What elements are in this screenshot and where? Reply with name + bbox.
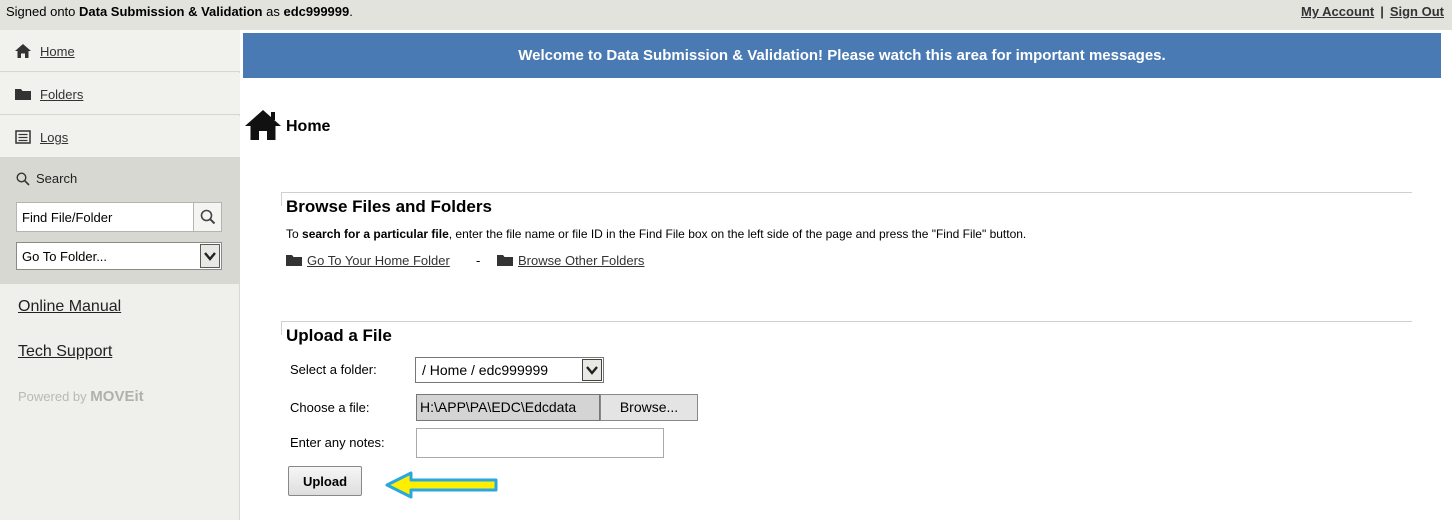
find-file-button[interactable]	[193, 203, 221, 231]
top-bar: Signed onto Data Submission & Validation…	[0, 0, 1452, 30]
notes-input[interactable]	[416, 428, 664, 458]
link-dash: -	[476, 253, 481, 268]
signed-on-status: Signed onto Data Submission & Validation…	[6, 4, 353, 19]
sidebar-item-label[interactable]: Folders	[40, 87, 83, 102]
link-separator: |	[1380, 4, 1384, 19]
file-path-field[interactable]: H:\APP\PA\EDC\Edcdata	[416, 394, 600, 421]
browse-button[interactable]: Browse...	[600, 394, 698, 421]
dropdown-arrow[interactable]	[200, 244, 220, 268]
sidebar-item-logs[interactable]: Logs	[0, 116, 240, 158]
home-icon	[15, 44, 31, 58]
my-account-link[interactable]: My Account	[1301, 4, 1374, 19]
folder-select[interactable]: / Home / edc999999	[415, 357, 604, 383]
sidebar-item-home[interactable]: Home	[0, 30, 240, 72]
log-icon	[15, 130, 31, 144]
section-divider	[281, 321, 1412, 335]
folder-icon	[15, 89, 31, 100]
account-links: My Account | Sign Out	[1301, 4, 1444, 20]
sidebar-item-folders[interactable]: Folders	[0, 73, 240, 115]
home-icon	[245, 110, 281, 140]
upload-button[interactable]: Upload	[288, 466, 362, 496]
sidebar-item-label[interactable]: Home	[40, 44, 75, 59]
notes-label: Enter any notes:	[290, 435, 385, 450]
upload-section-title: Upload a File	[286, 326, 392, 345]
folder-select-value: / Home / edc999999	[422, 362, 549, 378]
magnifier-icon	[16, 172, 30, 186]
app-name: Data Submission & Validation	[79, 4, 263, 19]
browse-section-title: Browse Files and Folders	[286, 197, 492, 216]
find-file-input[interactable]	[17, 203, 195, 231]
moveit-logo: MOVEit	[90, 388, 144, 405]
search-icon	[200, 209, 216, 225]
browse-description: To search for a particular file, enter t…	[286, 227, 1027, 241]
left-arrow-icon	[385, 471, 498, 499]
page-title: Home	[286, 118, 331, 135]
chevron-down-icon	[204, 252, 216, 261]
sidebar: Home Folders Logs Search Go To Folder...…	[0, 30, 240, 520]
online-manual-link[interactable]: Online Manual	[18, 298, 121, 316]
folder-icon	[286, 255, 302, 266]
go-to-folder-value: Go To Folder...	[22, 249, 108, 264]
find-file-box	[16, 202, 222, 232]
sidebar-item-label[interactable]: Logs	[40, 130, 68, 145]
search-label: Search	[36, 171, 78, 186]
welcome-banner: Welcome to Data Submission & Validation!…	[243, 33, 1441, 78]
username: edc999999	[283, 4, 350, 19]
tech-support-link[interactable]: Tech Support	[18, 343, 112, 361]
go-to-folder-select[interactable]: Go To Folder...	[16, 242, 222, 270]
page-heading: Home	[244, 108, 544, 144]
select-folder-label: Select a folder:	[290, 362, 377, 377]
powered-by: Powered by MOVEit	[18, 388, 144, 405]
search-panel: Search Go To Folder...	[0, 158, 240, 284]
sign-out-link[interactable]: Sign Out	[1390, 4, 1444, 19]
dropdown-arrow[interactable]	[582, 359, 602, 381]
folder-icon	[497, 255, 513, 266]
section-divider	[281, 192, 1412, 206]
choose-file-label: Choose a file:	[290, 400, 370, 415]
chevron-down-icon	[586, 366, 598, 375]
